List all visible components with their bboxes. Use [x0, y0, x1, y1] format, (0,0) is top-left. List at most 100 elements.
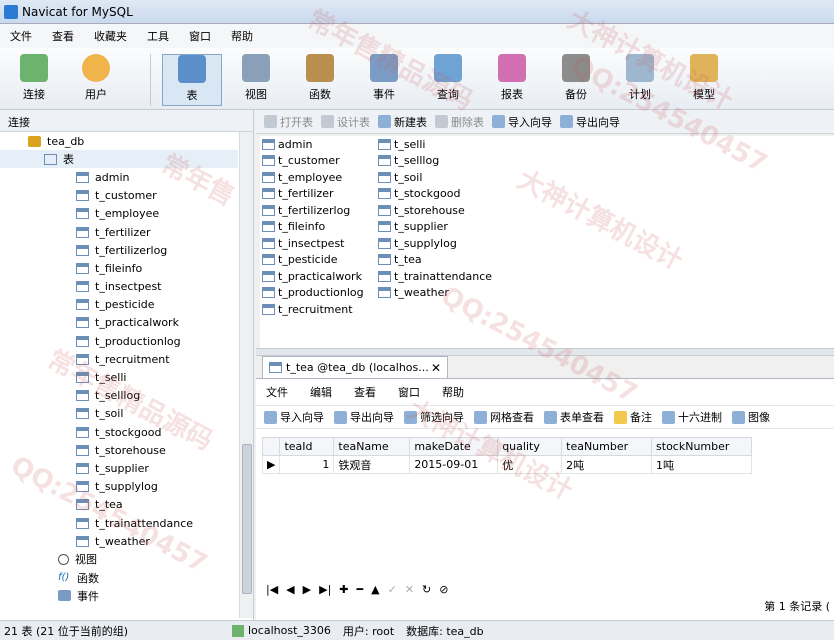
table-cell[interactable]: 2吨 [561, 455, 653, 474]
tree-table-item[interactable]: t_customer [0, 187, 238, 205]
object-item[interactable]: t_selllog [378, 153, 492, 170]
object-item[interactable]: t_customer [262, 153, 364, 170]
design-table-button[interactable]: 设计表 [321, 114, 370, 130]
tree-table-item[interactable]: t_weather [0, 532, 238, 550]
column-header[interactable]: teaNumber [561, 437, 653, 456]
export-wizard-button[interactable]: 导出向导 [560, 114, 620, 130]
view-button[interactable]: 视图 [226, 54, 286, 106]
connect-button[interactable]: 连接 [4, 54, 64, 106]
tree-table-item[interactable]: t_fertilizer [0, 223, 238, 241]
grid-view-button[interactable]: 网格查看 [474, 409, 534, 425]
refresh-icon[interactable]: ↻ [422, 583, 431, 596]
object-item[interactable]: t_soil [378, 169, 492, 186]
prev-record-icon[interactable]: ◀ [286, 583, 294, 596]
column-header[interactable]: makeDate [409, 437, 499, 456]
editor-menu-help[interactable]: 帮助 [442, 384, 464, 400]
tree-item-tables-group[interactable]: 表 [0, 150, 238, 169]
open-table-button[interactable]: 打开表 [264, 114, 313, 130]
column-header[interactable]: stockNumber [651, 437, 752, 456]
editor-menu-window[interactable]: 窗口 [398, 384, 420, 400]
editor-menu-file[interactable]: 文件 [266, 384, 288, 400]
memo-button[interactable]: 备注 [614, 409, 652, 425]
menu-tools[interactable]: 工具 [137, 28, 179, 44]
tree-item-views[interactable]: 视图 [0, 550, 238, 568]
backup-button[interactable]: 备份 [546, 54, 606, 106]
object-item[interactable]: t_fertilizer [262, 186, 364, 203]
connection-tree[interactable]: tea_db 表 admin t_customer t_employee t_f… [0, 132, 238, 618]
report-button[interactable]: 报表 [482, 54, 542, 106]
tree-table-item[interactable]: t_supplier [0, 459, 238, 477]
table-cell[interactable]: 2015-09-01 [409, 455, 499, 474]
next-record-icon[interactable]: ▶ [303, 583, 311, 596]
query-button[interactable]: 查询 [418, 54, 478, 106]
table-cell[interactable]: 1 [279, 455, 335, 474]
object-item[interactable]: t_productionlog [262, 285, 364, 302]
tree-table-item[interactable]: t_selllog [0, 387, 238, 405]
column-header[interactable]: quality [497, 437, 563, 456]
filter-wizard-button[interactable]: 筛选向导 [404, 409, 464, 425]
delete-record-icon[interactable]: ━ [357, 583, 364, 596]
object-item[interactable]: t_trainattendance [378, 268, 492, 285]
object-item[interactable]: t_stockgood [378, 186, 492, 203]
hex-button[interactable]: 十六进制 [662, 409, 722, 425]
tree-item-events[interactable]: 事件 [0, 587, 238, 605]
new-table-button[interactable]: 新建表 [378, 114, 427, 130]
menu-favorites[interactable]: 收藏夹 [84, 28, 137, 44]
schedule-button[interactable]: 计划 [610, 54, 670, 106]
tree-table-item[interactable]: t_fertilizerlog [0, 241, 238, 259]
column-header[interactable]: teaName [333, 437, 411, 456]
object-item[interactable]: t_supplylog [378, 235, 492, 252]
image-button[interactable]: 图像 [732, 409, 770, 425]
tree-table-item[interactable]: t_stockgood [0, 423, 238, 441]
tree-item-functions[interactable]: f() 函数 [0, 569, 238, 587]
import-wizard-button[interactable]: 导入向导 [264, 409, 324, 425]
tree-scrollbar-thumb[interactable] [242, 444, 252, 594]
apply-icon[interactable]: ✓ [388, 583, 397, 596]
tree-table-item[interactable]: t_employee [0, 205, 238, 223]
editor-menu-view[interactable]: 查看 [354, 384, 376, 400]
tree-table-item[interactable]: t_storehouse [0, 441, 238, 459]
pane-splitter[interactable] [256, 348, 834, 356]
object-item[interactable]: t_employee [262, 169, 364, 186]
menu-window[interactable]: 窗口 [179, 28, 221, 44]
table-cell[interactable]: 优 [497, 455, 563, 474]
tree-table-item[interactable]: t_supplylog [0, 478, 238, 496]
tree-table-item[interactable]: t_productionlog [0, 332, 238, 350]
stop-icon[interactable]: ⊘ [439, 583, 448, 596]
tab-t-tea[interactable]: t_tea @tea_db (localhos... ✕ [262, 356, 448, 378]
table-cell[interactable]: 铁观音 [333, 455, 411, 474]
object-item[interactable]: t_storehouse [378, 202, 492, 219]
form-view-button[interactable]: 表单查看 [544, 409, 604, 425]
user-button[interactable]: 用户 [66, 54, 126, 106]
tree-table-item[interactable]: t_recruitment [0, 350, 238, 368]
object-item[interactable]: t_selli [378, 136, 492, 153]
tree-table-item[interactable]: t_insectpest [0, 278, 238, 296]
table-row[interactable]: ▶ 1 铁观音 2015-09-01 优 2吨 1吨 [261, 455, 752, 474]
tree-table-item[interactable]: t_trainattendance [0, 514, 238, 532]
object-item[interactable]: admin [262, 136, 364, 153]
tree-table-item[interactable]: admin [0, 168, 238, 186]
tree-table-item[interactable]: t_practicalwork [0, 314, 238, 332]
close-icon[interactable]: ✕ [431, 361, 441, 375]
menu-view[interactable]: 查看 [42, 28, 84, 44]
menu-file[interactable]: 文件 [0, 28, 42, 44]
table-cell[interactable]: 1吨 [651, 455, 752, 474]
first-record-icon[interactable]: |◀ [266, 583, 278, 596]
object-item[interactable]: t_pesticide [262, 252, 364, 269]
tree-table-item[interactable]: t_fileinfo [0, 259, 238, 277]
object-item[interactable]: t_fertilizerlog [262, 202, 364, 219]
column-header[interactable]: teaId [279, 437, 335, 456]
import-wizard-button[interactable]: 导入向导 [492, 114, 552, 130]
data-grid[interactable]: teaId teaName makeDate quality teaNumber… [261, 437, 752, 474]
export-wizard-button[interactable]: 导出向导 [334, 409, 394, 425]
tree-table-item[interactable]: t_tea [0, 496, 238, 514]
object-item[interactable]: t_practicalwork [262, 268, 364, 285]
object-item[interactable]: t_recruitment [262, 301, 364, 318]
last-record-icon[interactable]: ▶| [319, 583, 331, 596]
object-item[interactable]: t_tea [378, 252, 492, 269]
tree-item-database[interactable]: tea_db [0, 132, 238, 150]
tree-table-item[interactable]: t_pesticide [0, 296, 238, 314]
object-item[interactable]: t_fileinfo [262, 219, 364, 236]
event-button[interactable]: 事件 [354, 54, 414, 106]
model-button[interactable]: 模型 [674, 54, 734, 106]
